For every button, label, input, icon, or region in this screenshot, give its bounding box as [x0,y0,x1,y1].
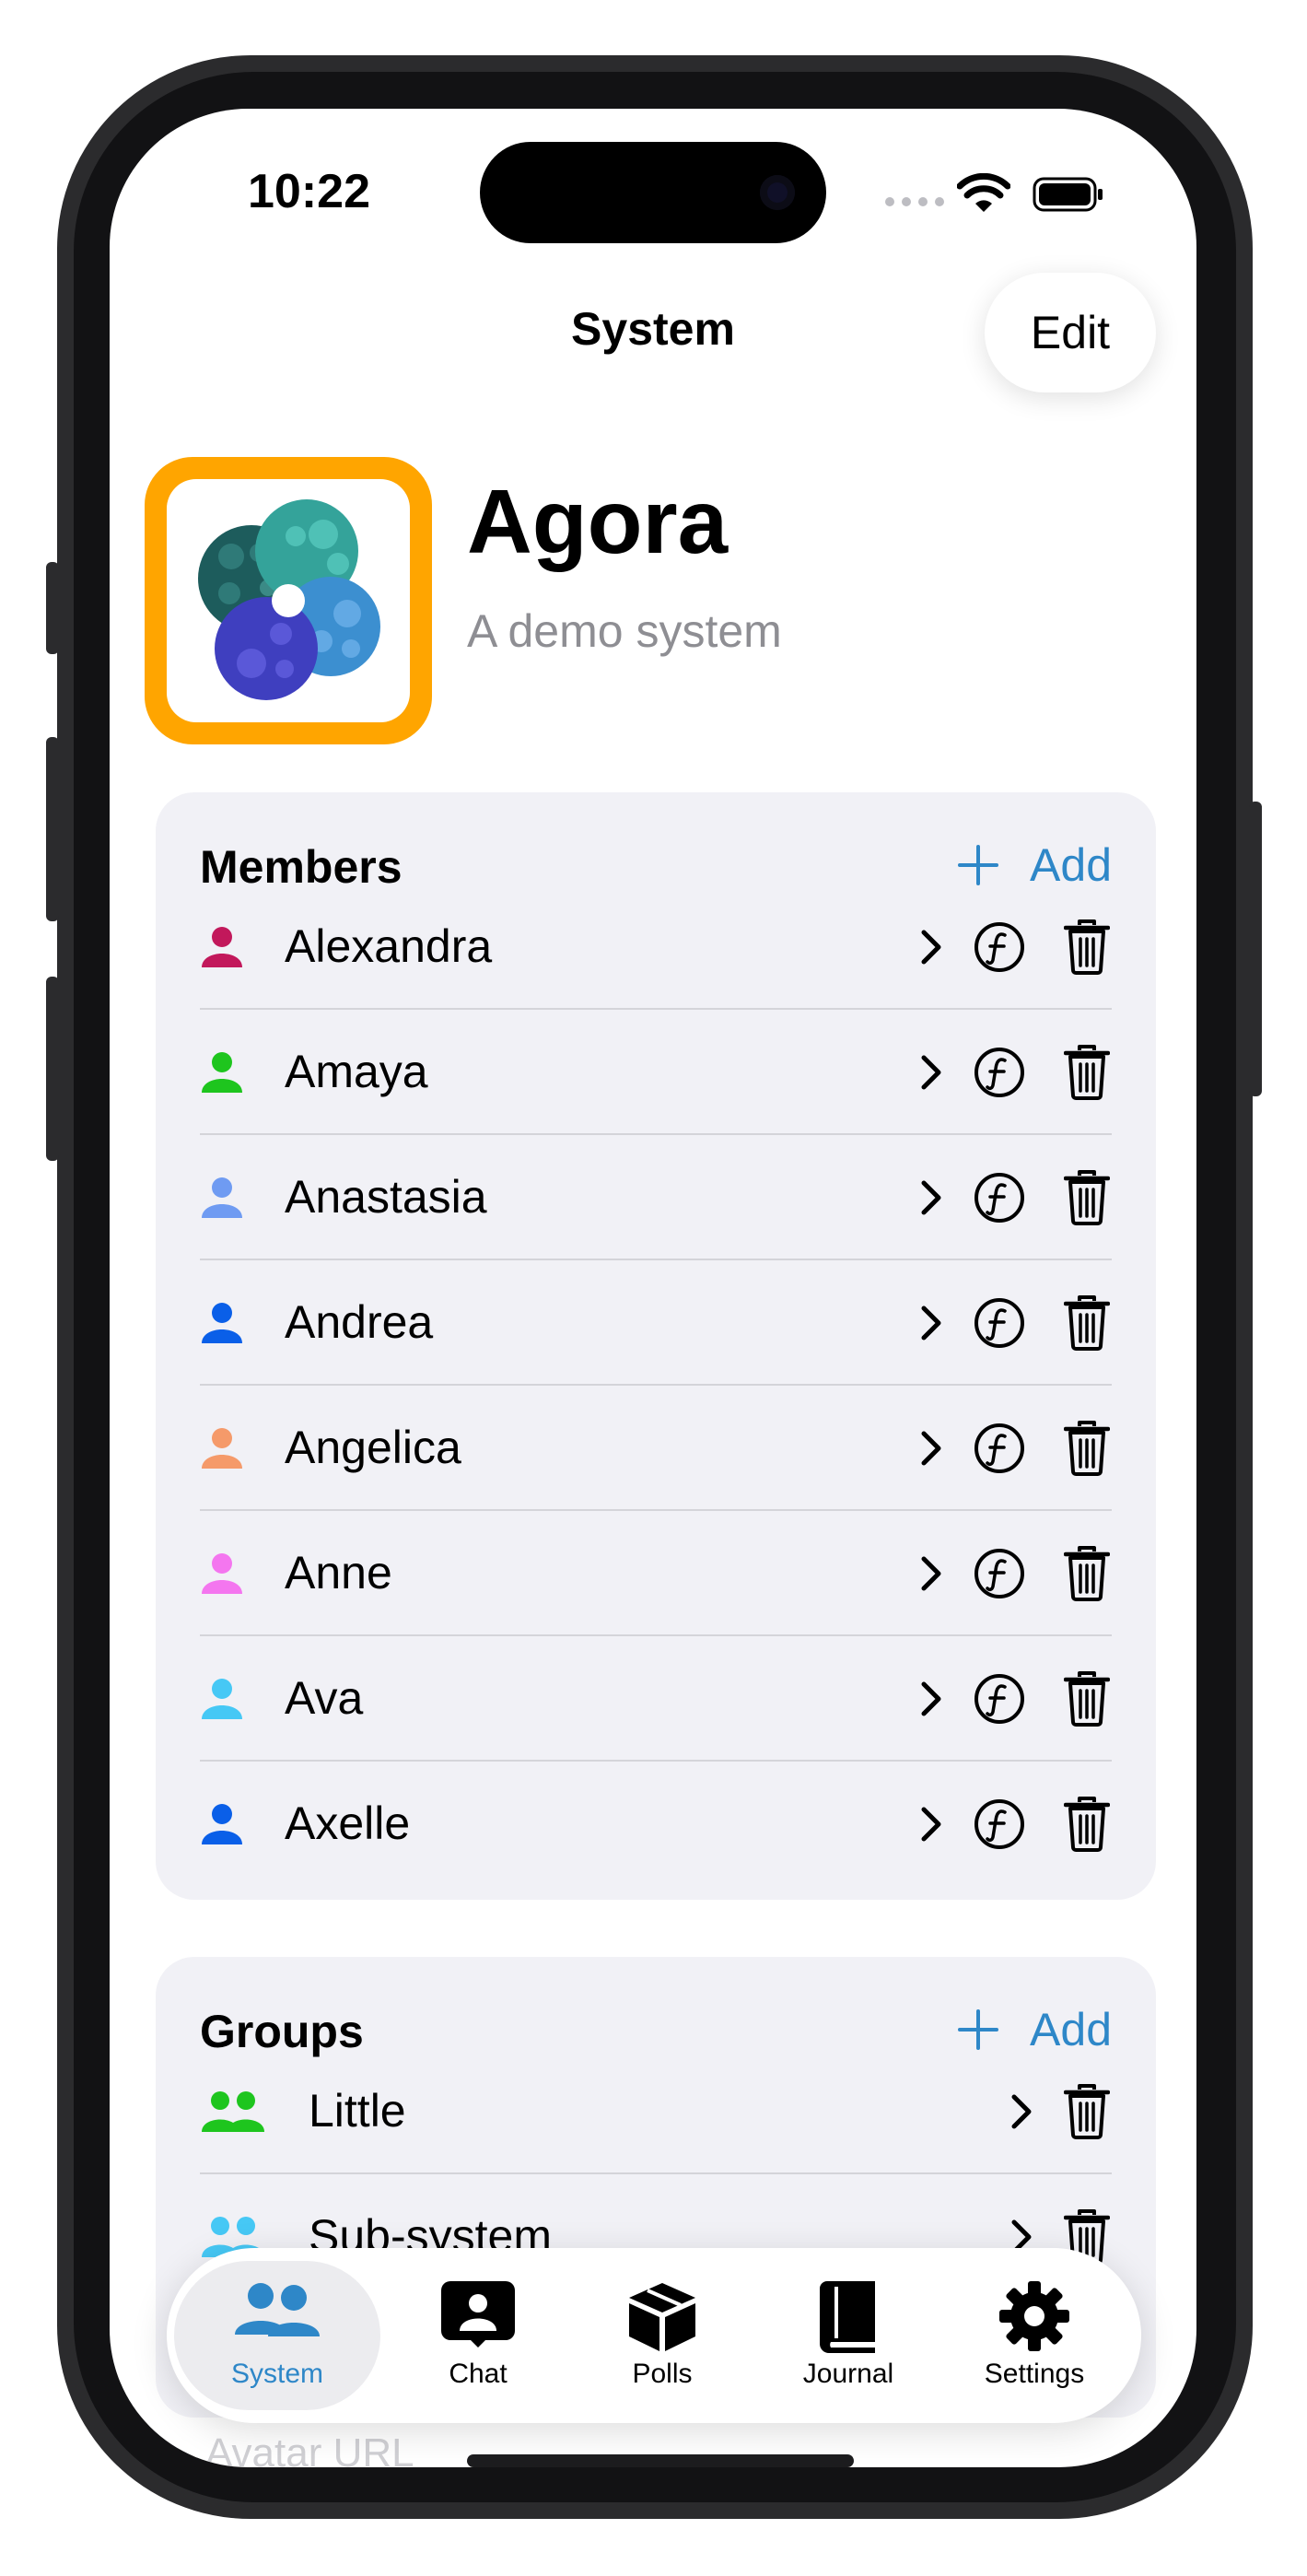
person-bubble-icon [441,2281,515,2348]
chevron-right-icon[interactable] [916,1054,944,1091]
tab-system[interactable]: System [167,2248,388,2423]
group-name: Little [309,2085,406,2137]
set-front-icon[interactable] [974,1047,1025,1098]
chevron-right-icon[interactable] [916,1555,944,1592]
member-row[interactable]: Axelle [200,1762,1112,1887]
set-front-icon[interactable] [974,1798,1025,1850]
trash-icon[interactable] [1063,1546,1111,1601]
person-icon [200,1551,244,1596]
trash-icon[interactable] [1063,919,1111,975]
power-button [1249,802,1262,1096]
chevron-right-icon[interactable] [916,1430,944,1467]
chevron-right-icon[interactable] [916,1179,944,1216]
set-front-icon[interactable] [974,921,1025,973]
set-front-icon[interactable] [974,1548,1025,1599]
tab-settings[interactable]: Settings [942,2248,1126,2423]
tab-label: Settings [984,2359,1085,2389]
set-front-icon[interactable] [974,1172,1025,1224]
trash-icon[interactable] [1063,2084,1111,2139]
set-front-icon[interactable] [974,1297,1025,1349]
chevron-right-icon[interactable] [916,1806,944,1843]
member-row[interactable]: Amaya [200,1010,1112,1135]
gear-icon [999,2281,1069,2351]
status-time: 10:22 [248,165,370,218]
chevron-right-icon[interactable] [916,1680,944,1717]
trash-icon[interactable] [1063,1421,1111,1476]
members-card: Members Add Alexandra Amaya Anastasia Andre… [156,792,1156,1900]
screen: 10:22 System Edit Agora A demo system Me… [110,109,1196,2467]
tab-label: System [230,2359,324,2389]
group-icon [200,2090,266,2134]
member-row[interactable]: Alexandra [200,884,1112,1010]
trash-icon[interactable] [1063,1170,1111,1225]
home-indicator [467,2454,854,2467]
trash-icon[interactable] [1063,1295,1111,1351]
tab-chat[interactable]: Chat [386,2248,570,2423]
member-row[interactable]: Angelica [200,1386,1112,1511]
plus-icon [958,845,999,885]
chevron-right-icon[interactable] [916,929,944,966]
group-row[interactable]: Little [200,2049,1112,2174]
person-icon [200,1176,244,1220]
member-name: Ava [285,1672,364,1724]
volume-down-button [46,977,59,1161]
trash-icon[interactable] [1063,1671,1111,1727]
set-front-icon[interactable] [974,1673,1025,1725]
tab-polls[interactable]: Polls [570,2248,754,2423]
system-name: Agora [467,471,729,572]
dynamic-island [480,142,826,243]
member-row[interactable]: Anastasia [200,1135,1112,1260]
set-front-icon[interactable] [974,1423,1025,1474]
volume-up-button [46,737,59,921]
edit-button[interactable]: Edit [985,273,1156,392]
member-row[interactable]: Andrea [200,1260,1112,1386]
member-name: Anastasia [285,1171,487,1223]
avatar-url-label: Avatar URL [205,2430,414,2467]
tab-label: Journal [802,2359,894,2389]
plus-icon [958,2009,999,2050]
system-avatar[interactable] [145,457,432,744]
tab-journal[interactable]: Journal [756,2248,940,2423]
two-people-icon [235,2283,320,2336]
system-logo-image [167,479,410,722]
phone-mockup: 10:22 System Edit Agora A demo system Me… [0,0,1307,2576]
tab-bar: System Chat Polls Journal Settings [167,2248,1141,2423]
member-name: Axelle [285,1797,411,1849]
tab-label: Chat [449,2359,508,2389]
wifi-icon [957,173,1010,212]
chevron-right-icon[interactable] [1007,2093,1034,2130]
member-name: Amaya [285,1046,428,1097]
system-description: A demo system [467,605,782,657]
trash-icon[interactable] [1063,1045,1111,1100]
person-icon [200,1301,244,1345]
tab-label: Polls [632,2359,693,2389]
person-icon [200,1802,244,1846]
signal-dots-icon [885,197,944,206]
pinwheel-logo-icon [198,499,380,700]
camera-icon [760,175,795,210]
person-icon [200,1426,244,1470]
member-name: Andrea [285,1296,434,1348]
box-icon [629,2283,695,2351]
book-icon [820,2281,875,2353]
trash-icon[interactable] [1063,1797,1111,1852]
battery-icon [1033,177,1103,212]
person-icon [200,925,244,969]
member-row[interactable]: Anne [200,1511,1112,1636]
person-icon [200,1050,244,1095]
member-name: Anne [285,1547,392,1598]
action-button [46,562,59,654]
chevron-right-icon[interactable] [916,1305,944,1341]
member-name: Alexandra [285,920,493,972]
person-icon [200,1677,244,1721]
member-name: Angelica [285,1422,461,1473]
member-row[interactable]: Ava [200,1636,1112,1762]
